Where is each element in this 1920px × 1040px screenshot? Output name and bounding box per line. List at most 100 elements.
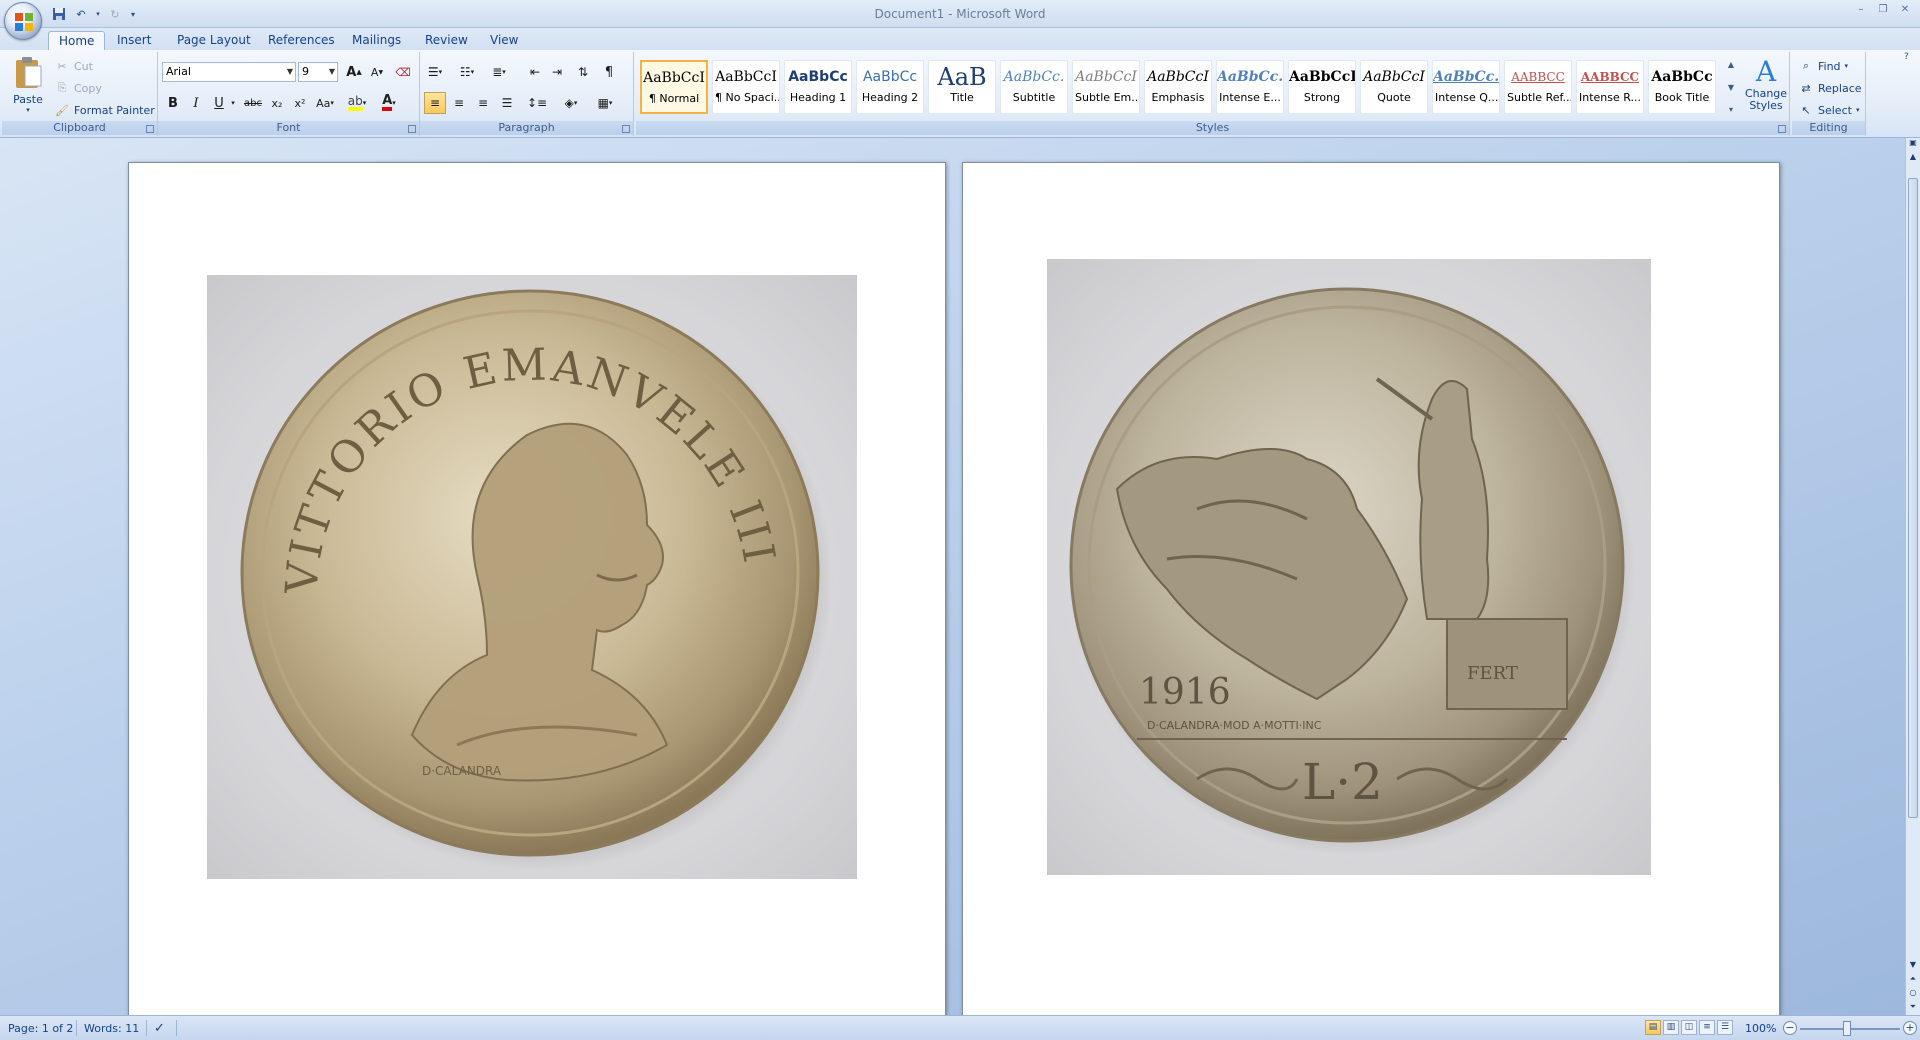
cut-button[interactable]: ✂ Cut [54,56,93,76]
increase-indent-button[interactable]: ⇥ [546,61,568,83]
numbering-button[interactable]: ☷ ▾ [456,61,478,83]
next-page-icon[interactable]: ⏷ [1906,1002,1920,1012]
zoom-out-icon[interactable]: − [1783,1021,1797,1035]
styles-launcher-icon[interactable] [1778,125,1786,133]
shrink-font-button[interactable]: A ▼ [366,61,388,83]
tab-home[interactable]: Home [48,31,106,50]
style-book-title[interactable]: AaBbCc Book Title [1648,60,1716,114]
zoom-slider-thumb[interactable] [1843,1021,1851,1036]
sort-button[interactable]: ⇅ [572,61,594,83]
strikethrough-button[interactable]: abc [242,92,264,114]
more-icon[interactable]: ▾ [1724,105,1738,114]
font-size-combo[interactable]: 9 ▼ [298,62,338,82]
chevron-down-icon[interactable]: ▼ [1724,83,1738,92]
tab-view[interactable]: View [480,31,528,50]
style-emphasis[interactable]: AaBbCcI Emphasis [1144,60,1212,114]
previous-page-icon[interactable]: ⏶ [1906,974,1920,984]
chevron-up-icon[interactable]: ▲ [1724,60,1738,69]
borders-button[interactable]: ▦ ▾ [594,92,616,114]
font-color-button[interactable]: A ▾ [378,92,400,114]
align-right-button[interactable]: ≡ [472,92,494,114]
style-normal[interactable]: AaBbCcI ¶ Normal [640,60,708,114]
minimize-icon[interactable]: – [1850,3,1872,19]
clear-formatting-button[interactable]: ⌫ [392,61,414,83]
grow-font-icon: A [346,64,357,80]
highlight-button[interactable]: ab ▾ [346,92,368,114]
bold-button[interactable]: B [162,92,184,114]
underline-dropdown[interactable]: ▾ [228,92,238,114]
justify-button[interactable]: ☰ [496,92,518,114]
web-layout-view-icon[interactable]: ◫ [1681,1020,1697,1035]
subscript-button[interactable]: x₂ [266,92,288,114]
show-formatting-button[interactable]: ¶ [598,61,620,83]
clipboard-launcher-icon[interactable] [146,125,154,133]
close-icon[interactable]: ✕ [1894,3,1916,19]
help-icon[interactable]: ? [1904,52,1916,64]
italic-button[interactable]: I [185,92,207,114]
style-heading-2[interactable]: AaBbCc Heading 2 [856,60,924,114]
style-subtle-emphasis[interactable]: AaBbCcI Subtle Em... [1072,60,1140,114]
print-layout-view-icon[interactable]: ▤ [1645,1020,1661,1035]
vertical-scrollbar[interactable]: ▣ ▲ ▼ ⏶ ○ ⏷ [1905,138,1920,1015]
find-button[interactable]: ⌕ Find ▾ [1798,56,1848,76]
style-intense-emphasis[interactable]: AaBbCc. Intense E... [1216,60,1284,114]
full-screen-reading-view-icon[interactable]: ▥ [1663,1020,1679,1035]
increase-indent-icon: ⇥ [551,65,563,79]
decrease-indent-button[interactable]: ⇤ [524,61,546,83]
grow-font-button[interactable]: A ▲ [343,61,365,83]
underline-button[interactable]: U [208,92,230,114]
font-name-combo[interactable]: Arial ▼ [162,62,296,82]
style-quote[interactable]: AaBbCcI Quote [1360,60,1428,114]
font-launcher-icon[interactable] [408,125,416,133]
line-spacing-button[interactable]: ↕≡ [526,92,548,114]
restore-icon[interactable]: ❐ [1872,3,1894,19]
replace-button[interactable]: ⇄ Replace [1798,78,1861,98]
tab-review[interactable]: Review [415,31,478,50]
format-painter-label: Format Painter [74,103,155,117]
style-subtitle[interactable]: AaBbCc. Subtitle [1000,60,1068,114]
coin-motto: FERT [1467,663,1518,684]
style-heading-1[interactable]: AaBbCc Heading 1 [784,60,852,114]
style-subtle-reference[interactable]: AABBCC Subtle Ref... [1504,60,1572,114]
select-button[interactable]: ↖ Select ▾ [1798,100,1859,120]
ruler-toggle-icon[interactable]: ▣ [1906,138,1920,147]
align-left-button[interactable]: ≡ [424,92,446,114]
scroll-down-icon[interactable]: ▼ [1906,960,1920,969]
office-button[interactable] [4,2,42,40]
superscript-button[interactable]: x² [289,92,311,114]
style-strong[interactable]: AaBbCcI Strong [1288,60,1356,114]
scroll-up-icon[interactable]: ▲ [1906,152,1920,161]
change-styles-button[interactable]: A Change Styles [1744,56,1788,118]
coin-obverse-image[interactable]: VITTORIO EMANVELE III RE D'ITALIA D·CALA… [207,275,857,879]
multilevel-list-button[interactable]: ≣ ▾ [488,61,510,83]
page-1: VITTORIO EMANVELE III RE D'ITALIA D·CALA… [128,162,946,1015]
page-count[interactable]: Page: 1 of 2 [8,1021,73,1037]
select-browse-object-icon[interactable]: ○ [1906,988,1920,997]
outline-view-icon[interactable]: ≡ [1699,1020,1715,1035]
tab-insert[interactable]: Insert [107,31,161,50]
tab-page-layout[interactable]: Page Layout [167,31,261,50]
zoom-level[interactable]: 100% [1745,1021,1776,1037]
shading-button[interactable]: ◈ ▾ [560,92,582,114]
draft-view-icon[interactable]: ☰ [1717,1020,1733,1035]
copy-button[interactable]: ⎘ Copy [54,78,102,98]
justify-icon: ☰ [501,96,513,110]
coin-reverse-image[interactable]: FERT D·CALANDRA·MOD A·MOTTI·INC 1916 L·2 [1047,259,1651,875]
style-intense-reference[interactable]: AABBCC Intense R... [1576,60,1644,114]
align-center-button[interactable]: ≡ [448,92,470,114]
style-intense-quote[interactable]: AaBbCc. Intense Q... [1432,60,1500,114]
zoom-in-icon[interactable]: + [1903,1021,1917,1035]
proofing-icon[interactable]: ✓ [154,1021,165,1037]
subscript-icon: x₂ [271,96,283,110]
style-no-spacing[interactable]: AaBbCcI ¶ No Spaci... [712,60,780,114]
change-case-button[interactable]: Aa ▾ [314,92,336,114]
style-title[interactable]: AaB Title [928,60,996,114]
word-count[interactable]: Words: 11 [84,1021,139,1037]
format-painter-button[interactable]: 🖌 Format Painter [54,100,155,120]
tab-mailings[interactable]: Mailings [342,31,411,50]
bullets-button[interactable]: ☰ ▾ [424,61,446,83]
tab-references[interactable]: References [258,31,345,50]
paragraph-launcher-icon[interactable] [622,125,630,133]
scroll-thumb[interactable] [1908,178,1918,818]
paste-button[interactable]: Paste ▾ [8,56,48,118]
